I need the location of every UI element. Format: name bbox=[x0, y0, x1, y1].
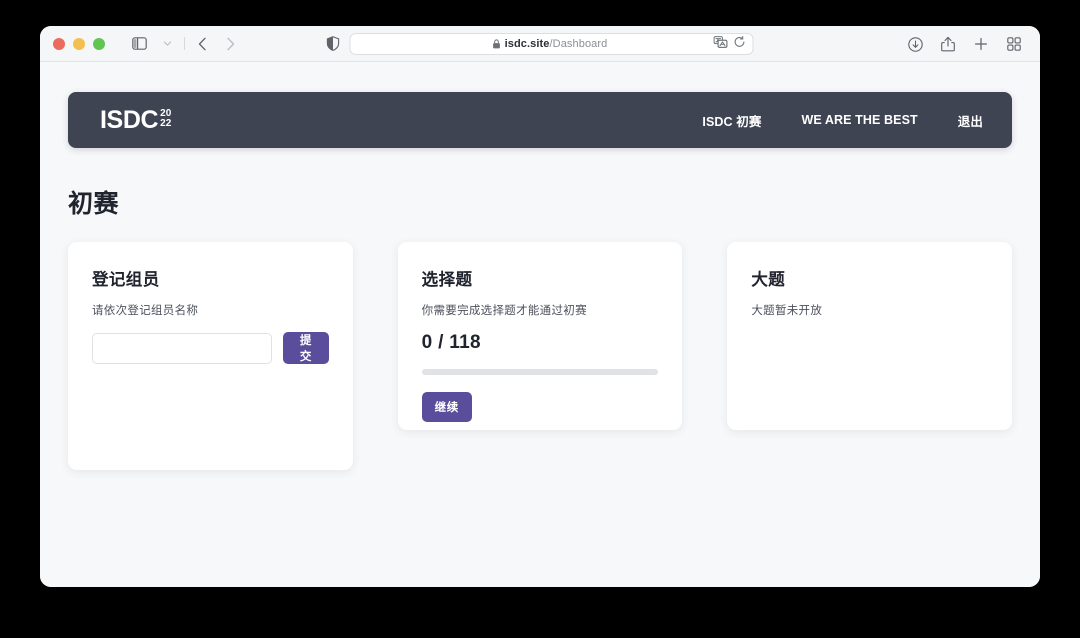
url-path: /Dashboard bbox=[550, 38, 608, 50]
card-register-members: 登记组员 请依次登记组员名称 提交 bbox=[68, 242, 353, 470]
toolbar-actions bbox=[902, 26, 1027, 62]
forward-arrow-icon[interactable] bbox=[217, 32, 243, 56]
card-title-multiple-choice: 选择题 bbox=[422, 266, 659, 290]
brand-year-bottom: 22 bbox=[160, 119, 171, 129]
dashboard-cards: 登记组员 请依次登记组员名称 提交 选择题 你需要完成选择题才能通过初赛 0 /… bbox=[68, 242, 1012, 470]
back-arrow-icon[interactable] bbox=[189, 32, 215, 56]
nav-link-slogan[interactable]: WE ARE THE BEST bbox=[801, 113, 917, 127]
card-title-essay: 大题 bbox=[751, 266, 988, 290]
card-title-register-members: 登记组员 bbox=[92, 266, 329, 290]
brand-name: ISDC bbox=[100, 108, 158, 133]
lock-icon bbox=[493, 39, 501, 49]
toolbar-divider bbox=[184, 37, 185, 50]
download-icon[interactable] bbox=[902, 32, 928, 56]
member-name-row: 提交 bbox=[92, 332, 329, 364]
page-content: ISDC 20 22 ISDC 初赛 WE ARE THE BEST 退出 初赛… bbox=[40, 92, 1040, 587]
card-multiple-choice: 选择题 你需要完成选择题才能通过初赛 0 / 118 继续 bbox=[398, 242, 683, 430]
maximize-window-button[interactable] bbox=[93, 38, 105, 50]
minimize-window-button[interactable] bbox=[73, 38, 85, 50]
site-navbar: ISDC 20 22 ISDC 初赛 WE ARE THE BEST 退出 bbox=[68, 92, 1012, 148]
privacy-shield-icon[interactable] bbox=[327, 36, 340, 51]
translate-icon[interactable] bbox=[714, 35, 728, 53]
card-subtitle-essay: 大题暂未开放 bbox=[751, 302, 988, 318]
browser-toolbar: isdc.site/Dashboard bbox=[40, 26, 1040, 62]
share-icon[interactable] bbox=[935, 32, 961, 56]
url-display: isdc.site/Dashboard bbox=[351, 38, 714, 50]
brand-logo[interactable]: ISDC 20 22 bbox=[100, 108, 171, 133]
card-subtitle-register-members: 请依次登记组员名称 bbox=[92, 302, 329, 318]
nav-link-qualifier[interactable]: ISDC 初赛 bbox=[702, 111, 761, 130]
close-window-button[interactable] bbox=[53, 38, 65, 50]
address-bar[interactable]: isdc.site/Dashboard bbox=[350, 33, 754, 55]
plus-icon[interactable] bbox=[968, 32, 994, 56]
submit-member-button[interactable]: 提交 bbox=[283, 332, 329, 364]
question-progress-bar bbox=[422, 369, 659, 375]
continue-button[interactable]: 继续 bbox=[422, 392, 472, 422]
address-bar-zone: isdc.site/Dashboard bbox=[327, 33, 754, 55]
browser-window: isdc.site/Dashboard bbox=[40, 26, 1040, 587]
reload-icon[interactable] bbox=[734, 35, 746, 53]
card-essay-questions: 大题 大题暂未开放 bbox=[727, 242, 1012, 430]
window-controls bbox=[53, 38, 105, 50]
brand-year-top: 20 bbox=[160, 109, 171, 119]
url-text: isdc.site/Dashboard bbox=[505, 38, 608, 50]
navigation-controls bbox=[126, 32, 243, 56]
nav-link-logout[interactable]: 退出 bbox=[958, 111, 983, 130]
question-progress-counter: 0 / 118 bbox=[422, 332, 659, 354]
url-host: isdc.site bbox=[505, 38, 550, 50]
sidebar-toggle-icon[interactable] bbox=[126, 32, 152, 56]
member-name-input[interactable] bbox=[92, 333, 272, 364]
brand-year: 20 22 bbox=[160, 109, 171, 129]
card-subtitle-multiple-choice: 你需要完成选择题才能通过初赛 bbox=[422, 302, 659, 318]
page-title: 初赛 bbox=[68, 184, 1012, 220]
tab-overview-icon[interactable] bbox=[1001, 32, 1027, 56]
chevron-down-icon[interactable] bbox=[154, 32, 180, 56]
navbar-links: ISDC 初赛 WE ARE THE BEST 退出 bbox=[702, 111, 983, 130]
address-bar-actions bbox=[714, 35, 753, 53]
